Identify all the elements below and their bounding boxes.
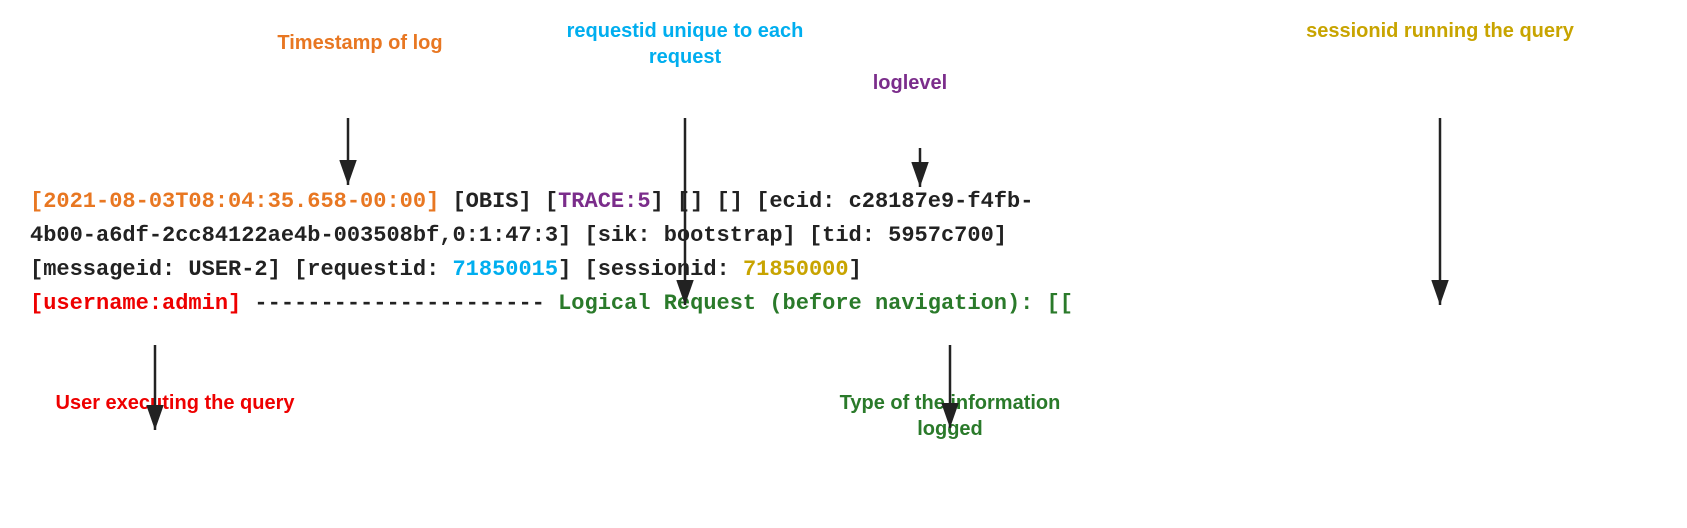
- username-annotation: User executing the query: [55, 390, 295, 416]
- requestid-value: 71850015: [452, 257, 558, 282]
- log-line3-part3: ] [sessionid:: [558, 257, 743, 282]
- log-line-4: [username:admin] ---------------------- …: [30, 287, 1073, 321]
- log-line-3: [messageid: USER-2] [requestid: 71850015…: [30, 253, 1073, 287]
- timestamp-annotation: Timestamp of log: [220, 30, 500, 56]
- log-line3-part5: ]: [849, 257, 862, 282]
- logtype-annotation: Type of the information logged: [820, 390, 1080, 442]
- sessionid-value: 71850000: [743, 257, 849, 282]
- requestid-annotation: requestid unique to each request: [560, 18, 810, 70]
- sessionid-annotation: sessionid running the query: [1290, 18, 1590, 44]
- loglevel-annotation: loglevel: [840, 70, 980, 96]
- timestamp-value: [2021-08-03T08:04:35.658-00:00]: [30, 189, 439, 214]
- loglevel-value: TRACE:5: [558, 189, 650, 214]
- log-line2-part1: 4b00-a6df-2cc84122ae4b-003508bf: [30, 223, 439, 248]
- log-line2-part2: ,0:1:47:3] [sik: bootstrap] [tid: 5957c7…: [439, 223, 1007, 248]
- log-line1-part4: ] [] [] [ecid: c28187e9-f4fb-: [651, 189, 1034, 214]
- diagram-container: Timestamp of log requestid unique to eac…: [0, 0, 1687, 528]
- log-line4-part2: ----------------------: [241, 291, 558, 316]
- log-line-1: [2021-08-03T08:04:35.658-00:00] [OBIS] […: [30, 185, 1073, 219]
- log-line-2: 4b00-a6df-2cc84122ae4b-003508bf,0:1:47:3…: [30, 219, 1073, 253]
- logtype-value: Logical Request (before navigation): [[: [558, 291, 1073, 316]
- log-line1-part2: [OBIS] [: [452, 189, 558, 214]
- log-line3-part1: [messageid: USER-2] [requestid:: [30, 257, 452, 282]
- log-content: [2021-08-03T08:04:35.658-00:00] [OBIS] […: [30, 185, 1073, 321]
- username-value: [username:admin]: [30, 291, 241, 316]
